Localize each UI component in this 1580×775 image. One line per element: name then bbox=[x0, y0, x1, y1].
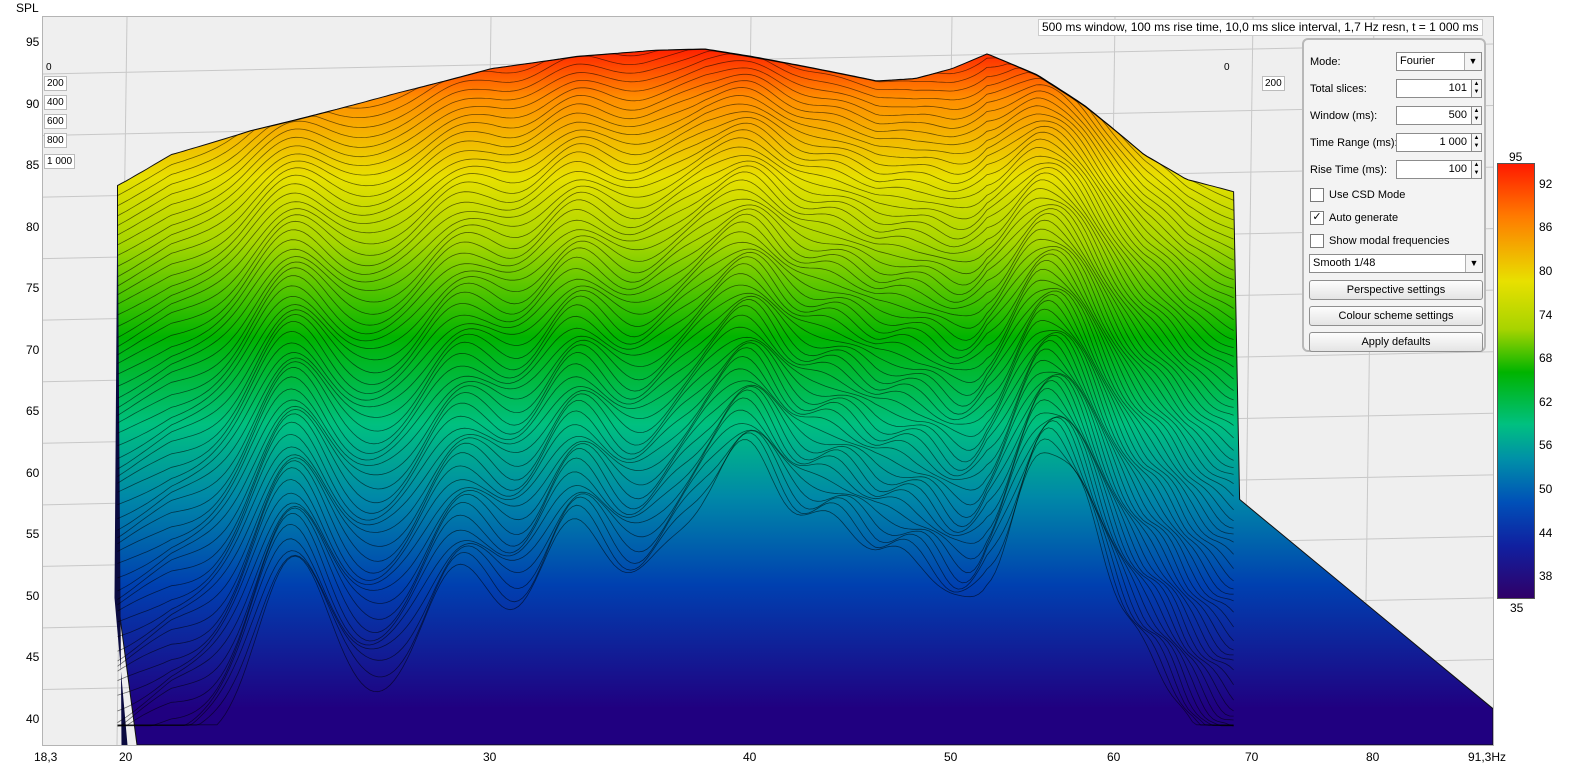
colour-scale-tick: 80 bbox=[1539, 264, 1553, 278]
y-tick-label: 75 bbox=[26, 281, 40, 296]
time-range-input[interactable]: 1 000 bbox=[1396, 133, 1472, 152]
colour-scale-tick: 68 bbox=[1539, 351, 1553, 366]
smoothing-value: Smooth 1/48 bbox=[1313, 257, 1376, 269]
x-tick-label: 40 bbox=[743, 750, 757, 764]
time-tick-label: 0 bbox=[46, 62, 52, 73]
chevron-down-icon[interactable]: ▼ bbox=[1464, 53, 1481, 70]
y-tick-label: 50 bbox=[26, 588, 40, 603]
time-tick-label: 200 bbox=[44, 76, 67, 91]
x-tick-label: 91,3Hz bbox=[1468, 750, 1507, 764]
colour-scale-min: 35 bbox=[1510, 601, 1524, 615]
colour-scale-tick: 56 bbox=[1539, 438, 1553, 453]
colour-scale-tick: 62 bbox=[1539, 394, 1553, 409]
mode-value: Fourier bbox=[1400, 55, 1435, 67]
colour-scale-tick: 86 bbox=[1539, 220, 1553, 235]
smoothing-select[interactable]: Smooth 1/48 ▼ bbox=[1309, 254, 1483, 273]
mode-select[interactable]: Fourier ▼ bbox=[1396, 52, 1482, 71]
x-tick-label: 80 bbox=[1366, 750, 1380, 764]
x-tick-label: 20 bbox=[119, 750, 133, 764]
y-tick-label: 65 bbox=[26, 404, 40, 419]
mode-label: Mode: bbox=[1310, 56, 1341, 68]
window-label: Window (ms): bbox=[1310, 110, 1378, 122]
y-tick-label: 70 bbox=[26, 342, 40, 357]
time-tick-label: 1 000 bbox=[44, 154, 76, 169]
window-stepper[interactable]: ▲ ▼ bbox=[1472, 106, 1482, 125]
time-tick-label: 400 bbox=[44, 95, 67, 110]
apply-defaults-button[interactable]: Apply defaults bbox=[1309, 332, 1483, 352]
rise-time-label: Rise Time (ms): bbox=[1310, 164, 1387, 176]
total-slices-label: Total slices: bbox=[1310, 83, 1367, 95]
time-range-label: Time Range (ms): bbox=[1310, 137, 1398, 149]
plot-area[interactable] bbox=[42, 16, 1494, 746]
y-tick-label: 85 bbox=[26, 158, 40, 173]
control-panel: Mode: Fourier ▼ Total slices: 101 ▲ ▼ Win… bbox=[1302, 38, 1486, 352]
x-tick-label: 30 bbox=[483, 750, 497, 764]
y-tick-label: 95 bbox=[26, 35, 40, 49]
modal-frequencies-label: Show modal frequencies bbox=[1329, 235, 1450, 247]
chevron-down-icon[interactable]: ▼ bbox=[1465, 255, 1482, 272]
csd-mode-checkbox[interactable] bbox=[1310, 188, 1324, 202]
y-axis-title: SPL bbox=[16, 1, 39, 15]
csd-mode-label: Use CSD Mode bbox=[1329, 189, 1406, 201]
x-tick-label: 18,3 bbox=[34, 750, 58, 764]
colour-scale-max: 95 bbox=[1509, 150, 1523, 164]
total-slices-input[interactable]: 101 bbox=[1396, 79, 1472, 98]
surface-body bbox=[116, 48, 1493, 745]
colour-scale-tick: 92 bbox=[1539, 176, 1553, 191]
auto-generate-label: Auto generate bbox=[1329, 212, 1399, 224]
colour-scale-tick: 74 bbox=[1539, 307, 1553, 322]
window-input[interactable]: 500 bbox=[1396, 106, 1472, 125]
perspective-settings-button[interactable]: Perspective settings bbox=[1309, 280, 1483, 300]
time-tick-label: 200 bbox=[1262, 76, 1285, 91]
modal-frequencies-checkbox[interactable] bbox=[1310, 234, 1324, 248]
rise-time-input[interactable]: 100 bbox=[1396, 160, 1472, 179]
waterfall-plot bbox=[43, 17, 1493, 745]
x-tick-label: 70 bbox=[1245, 750, 1259, 764]
rise-time-stepper[interactable]: ▲ ▼ bbox=[1472, 160, 1482, 179]
colour-scale-tick: 44 bbox=[1539, 525, 1553, 540]
colour-scale-tick: 50 bbox=[1539, 482, 1553, 496]
y-tick-label: 40 bbox=[26, 712, 40, 726]
y-tick-label: 90 bbox=[26, 96, 40, 111]
y-tick-label: 80 bbox=[26, 219, 40, 234]
colour-scale-tick: 38 bbox=[1539, 569, 1553, 584]
y-tick-label: 60 bbox=[26, 465, 40, 480]
x-tick-label: 50 bbox=[944, 750, 958, 764]
y-tick-label: 55 bbox=[26, 527, 40, 542]
y-tick-label: 45 bbox=[26, 650, 40, 665]
total-slices-stepper[interactable]: ▲ ▼ bbox=[1472, 79, 1482, 98]
auto-generate-checkbox[interactable]: ✓ bbox=[1310, 211, 1324, 225]
colour-scheme-settings-button[interactable]: Colour scheme settings bbox=[1309, 306, 1483, 326]
time-tick-label: 800 bbox=[44, 133, 67, 148]
time-tick-label: 0 bbox=[1224, 62, 1230, 73]
time-tick-label: 600 bbox=[44, 114, 67, 129]
x-tick-label: 60 bbox=[1107, 750, 1121, 764]
colour-scale-bar bbox=[1497, 163, 1535, 599]
analysis-info: 500 ms window, 100 ms rise time, 10,0 ms… bbox=[1038, 19, 1483, 36]
time-range-stepper[interactable]: ▲ ▼ bbox=[1472, 133, 1482, 152]
